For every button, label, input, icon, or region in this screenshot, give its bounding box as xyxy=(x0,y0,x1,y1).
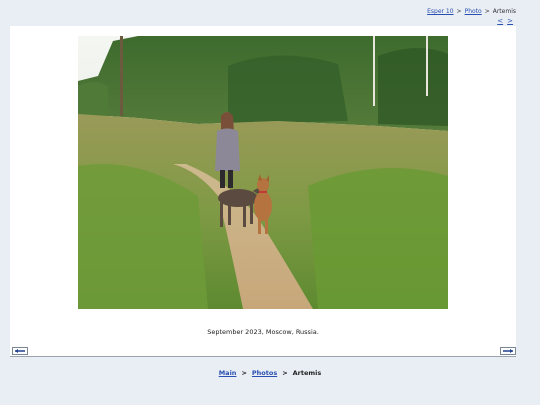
footer-link-photos[interactable]: Photos xyxy=(252,369,277,377)
next-photo-button[interactable] xyxy=(500,347,516,355)
breadcrumb-separator: > xyxy=(282,369,288,377)
photo-caption: September 2023, Moscow, Russia. xyxy=(207,328,319,336)
bottom-breadcrumb: Main > Photos > Artemis xyxy=(0,369,540,377)
arrow-right-icon xyxy=(500,347,516,355)
photo-card: September 2023, Moscow, Russia. xyxy=(10,26,516,357)
top-breadcrumb: Esper 10 > Photo > Artemis xyxy=(427,8,516,15)
breadcrumb-link-esper[interactable]: Esper 10 xyxy=(427,8,453,15)
breadcrumb-separator: > xyxy=(484,8,490,15)
prev-photo-button[interactable] xyxy=(12,347,28,355)
breadcrumb-current: Artemis xyxy=(492,8,516,15)
next-photo-link[interactable]: > xyxy=(507,17,513,25)
arrow-left-icon xyxy=(12,347,28,355)
breadcrumb-link-photo[interactable]: Photo xyxy=(465,8,482,15)
footer-link-main[interactable]: Main xyxy=(219,369,237,377)
breadcrumb-separator: > xyxy=(456,8,462,15)
breadcrumb-separator: > xyxy=(241,369,247,377)
prev-photo-link[interactable]: < xyxy=(497,17,503,25)
footer-breadcrumb-current: Artemis xyxy=(292,369,322,377)
photo-image[interactable] xyxy=(78,36,448,309)
top-photo-nav: < > xyxy=(493,17,513,25)
photo-artwork xyxy=(78,36,448,309)
page: Esper 10 > Photo > Artemis < > September… xyxy=(0,0,540,405)
